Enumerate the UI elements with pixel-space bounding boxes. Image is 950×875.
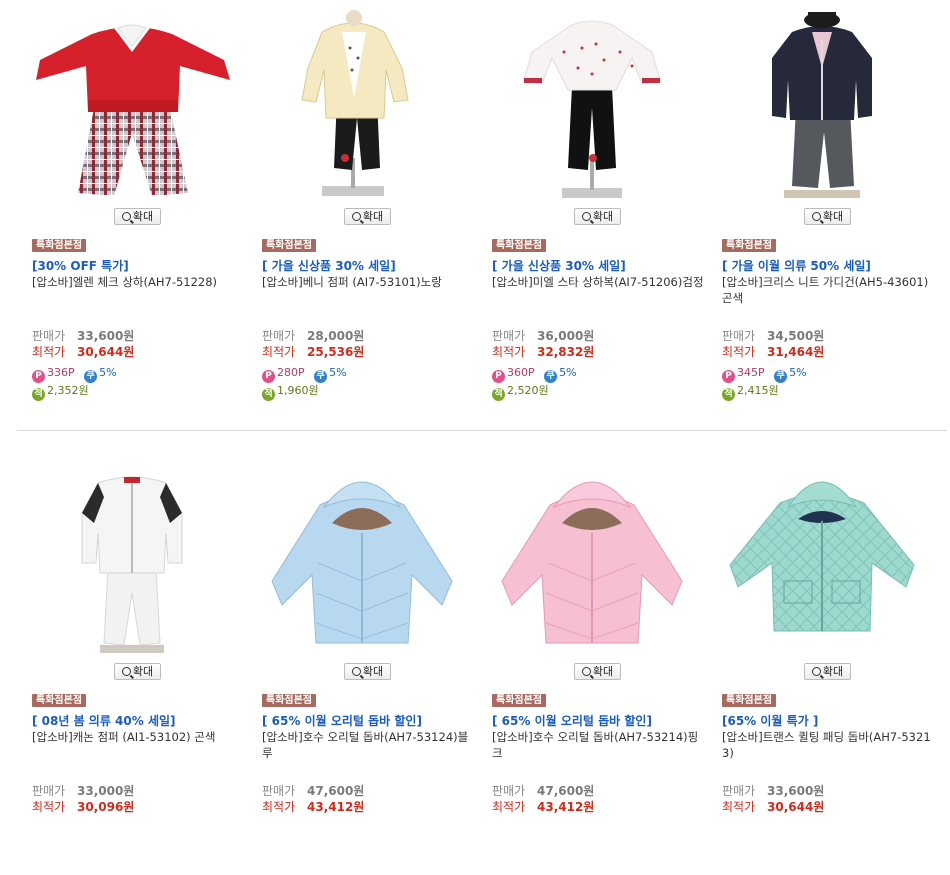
best-price: 최적가 25,536원 [262, 345, 365, 359]
best-price: 최적가 43,412원 [262, 800, 365, 814]
product-image-blue-down-jacket[interactable] [262, 463, 462, 658]
magnifier-icon [351, 212, 361, 221]
store-badge: 특화점본점 [32, 239, 86, 252]
store-badge: 특화점본점 [32, 694, 86, 707]
sale-price: 판매가 28,000원 [262, 329, 365, 343]
store-badge: 특화점본점 [492, 694, 546, 707]
magnifier-icon [121, 667, 131, 676]
product-card: 확대 특화점본점 [30% OFF 특가] [압소바]엘렌 체크 상하(AH7-… [32, 0, 247, 420]
saving-icon: 적 [722, 388, 735, 401]
zoom-button[interactable]: 확대 [574, 208, 621, 225]
benefit-row: P 360P 쿠 5% [492, 365, 577, 383]
product-image-pink-down-jacket[interactable] [492, 463, 692, 658]
saving-icon: 적 [262, 388, 275, 401]
zoom-button[interactable]: 확대 [114, 208, 161, 225]
product-image-cream-hooded-jacket-set[interactable] [262, 8, 462, 203]
magnifier-icon [581, 667, 591, 676]
promo-link[interactable]: [30% OFF 특가] [32, 257, 129, 274]
best-price: 최적가 30,644원 [32, 345, 135, 359]
best-price: 최적가 31,464원 [722, 345, 825, 359]
store-badge: 특화점본점 [262, 694, 316, 707]
promo-link[interactable]: [65% 이월 특가 ] [722, 712, 818, 729]
sale-price: 판매가 34,500원 [722, 329, 825, 343]
promo-link[interactable]: [ 65% 이월 오리털 돕바 할인] [492, 712, 652, 729]
product-name-link[interactable]: [압소바]캐논 점퍼 (AI1-53102) 곤색 [32, 729, 244, 745]
product-card: 확대 특화점본점 [ 08년 봄 의류 40% 세일] [압소바]캐논 점퍼 (… [32, 455, 247, 875]
saving-row: 적 2,520원 [492, 382, 549, 401]
best-price: 최적가 30,644원 [722, 800, 825, 814]
best-price: 최적가 32,832원 [492, 345, 595, 359]
product-card: 확대 특화점본점 [ 65% 이월 오리털 돕바 할인] [압소바]호수 오리털… [262, 455, 477, 875]
promo-link[interactable]: [ 가을 신상품 30% 세일] [492, 257, 626, 274]
magnifier-icon [811, 212, 821, 221]
promo-link[interactable]: [ 08년 봄 의류 40% 세일] [32, 712, 176, 729]
magnifier-icon [581, 212, 591, 221]
store-badge: 특화점본점 [262, 239, 316, 252]
product-name-link[interactable]: [압소바]호수 오리털 돕바(AH7-53214)핑크 [492, 729, 704, 761]
product-image-red-sweater-plaid-pants[interactable] [32, 8, 232, 203]
product-name-link[interactable]: [압소바]베니 점퍼 (AI7-53101)노랑 [262, 274, 474, 290]
product-card: 확대 특화점본점 [ 가을 신상품 30% 세일] [압소바]미엘 스타 상하복… [492, 0, 707, 420]
zoom-button[interactable]: 확대 [344, 208, 391, 225]
product-name-link[interactable]: [압소바]호수 오리털 돕바(AH7-53124)블루 [262, 729, 474, 761]
product-image-navy-knit-cardigan-set[interactable] [722, 8, 922, 203]
magnifier-icon [351, 667, 361, 676]
sale-price: 판매가 33,000원 [32, 784, 135, 798]
saving-icon: 적 [32, 388, 45, 401]
promo-link[interactable]: [ 65% 이월 오리털 돕바 할인] [262, 712, 422, 729]
product-image-mint-quilted-jacket[interactable] [722, 463, 922, 658]
sale-price: 판매가 33,600원 [32, 329, 135, 343]
store-badge: 특화점본점 [722, 694, 776, 707]
promo-link[interactable]: [ 가을 신상품 30% 세일] [262, 257, 396, 274]
sale-price: 판매가 47,600원 [492, 784, 595, 798]
product-card: 확대 특화점본점 [ 65% 이월 오리털 돕바 할인] [압소바]호수 오리털… [492, 455, 707, 875]
sale-price: 판매가 47,600원 [262, 784, 365, 798]
product-name-link[interactable]: [압소바]트랜스 퀼팅 패딩 돕바(AH7-53213) [722, 729, 934, 761]
magnifier-icon [121, 212, 131, 221]
benefit-row: P 345P 쿠 5% [722, 365, 807, 383]
product-name-link[interactable]: [압소바]크리스 니트 가디건(AH5-43601)곤색 [722, 274, 934, 306]
benefit-row: P 336P 쿠 5% [32, 365, 117, 383]
magnifier-icon [811, 667, 821, 676]
saving-row: 적 2,415원 [722, 382, 779, 401]
zoom-button[interactable]: 확대 [114, 663, 161, 680]
best-price: 최적가 30,096원 [32, 800, 135, 814]
sale-price: 판매가 36,000원 [492, 329, 595, 343]
product-image-white-jacket-set[interactable] [32, 463, 232, 658]
zoom-button[interactable]: 확대 [344, 663, 391, 680]
sale-price: 판매가 33,600원 [722, 784, 825, 798]
zoom-button[interactable]: 확대 [804, 663, 851, 680]
product-image-star-top-black-pants[interactable] [492, 8, 692, 203]
benefit-row: P 280P 쿠 5% [262, 365, 347, 383]
zoom-button[interactable]: 확대 [804, 208, 851, 225]
product-card: 확대 특화점본점 [ 가을 이월 의류 50% 세일] [압소바]크리스 니트 … [722, 0, 937, 420]
store-badge: 특화점본점 [492, 239, 546, 252]
saving-row: 적 2,352원 [32, 382, 89, 401]
zoom-button[interactable]: 확대 [574, 663, 621, 680]
row-divider [17, 430, 947, 431]
product-name-link[interactable]: [압소바]엘렌 체크 상하(AH7-51228) [32, 274, 244, 290]
product-grid: 확대 특화점본점 [30% OFF 특가] [압소바]엘렌 체크 상하(AH7-… [0, 0, 950, 825]
product-card: 확대 특화점본점 [ 가을 신상품 30% 세일] [압소바]베니 점퍼 (AI… [262, 0, 477, 420]
saving-row: 적 1,960원 [262, 382, 319, 401]
best-price: 최적가 43,412원 [492, 800, 595, 814]
saving-icon: 적 [492, 388, 505, 401]
promo-link[interactable]: [ 가을 이월 의류 50% 세일] [722, 257, 871, 274]
product-card: 확대 특화점본점 [65% 이월 특가 ] [압소바]트랜스 퀼팅 패딩 돕바(… [722, 455, 937, 875]
store-badge: 특화점본점 [722, 239, 776, 252]
product-name-link[interactable]: [압소바]미엘 스타 상하복(AI7-51206)검정 [492, 274, 704, 290]
